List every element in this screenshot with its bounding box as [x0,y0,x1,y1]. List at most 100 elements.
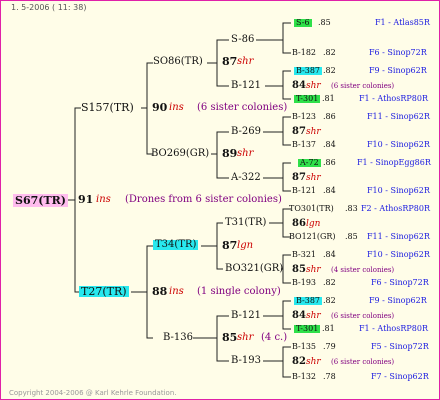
gen5-id-6[interactable]: B-137 [292,141,316,149]
gen5-id-3[interactable]: B-387 [294,67,322,75]
pedigree-panel: 1. 5-2006 ( 11: 38) S67(TR) 91 ins (Dron… [0,0,440,400]
gen1-queen-1[interactable]: S157(TR) [81,102,134,113]
gen5-src-13: F9 - Sinop62R [369,296,427,305]
gen5-src-12: F6 - Sinop72R [371,278,429,287]
gen5-src-8: F10 - Sinop62R [367,186,430,195]
gen2b-symbol: ins [169,286,184,297]
gen3-3-symbol: lgn [237,240,254,251]
gen4-5-number: 86 [292,218,306,229]
gen4-queen-3[interactable]: B-269 [231,127,261,137]
gen4-7-note: (6 sister colonies) [331,312,395,320]
gen5-val-10: .85 [345,232,358,241]
gen3-queen-1[interactable]: SO86(TR) [153,57,203,67]
gen2a-note: (6 sister colonies) [197,102,288,113]
gen4-1-note: (6 sister colonies) [331,82,395,90]
gen4-3-symbol: shr [306,127,321,137]
gen4-8-symbol: shr [306,357,321,367]
gen4-1-symbol: shr [306,81,321,91]
gen2b-note: (1 single colony) [197,286,281,297]
gen5-src-7: F1 - SinopEgg86R [357,158,431,167]
gen5-src-5: F11 - Sinop62R [367,112,430,121]
gen5-id-16[interactable]: B-132 [292,373,316,381]
gen5-src-15: F5 - Sinop72R [371,342,429,351]
gen3-queen-3[interactable]: T34(TR) [153,240,199,250]
gen5-val-1: .85 [318,18,331,27]
gen5-src-1: F1 - Atlas85R [375,18,430,27]
gen5-id-9[interactable]: TO301(TR) [289,205,334,213]
gen5-val-16: .78 [323,372,336,381]
gen5-id-2[interactable]: B-182 [292,49,316,57]
root-queen-number: 91 [78,193,94,206]
gen5-src-2: F6 - Sinop72R [369,48,427,57]
gen4-queen-7[interactable]: B-121 [231,311,261,321]
gen3-4-number: 85 [222,331,238,344]
gen5-val-6: .84 [323,140,336,149]
gen5-id-4[interactable]: T-301 [294,95,321,103]
root-queen-id[interactable]: S67(TR) [13,194,68,207]
gen5-id-15[interactable]: B-135 [292,343,316,351]
gen5-id-1[interactable]: S-6 [294,19,312,27]
gen5-src-16: F7 - Sinop62R [371,372,429,381]
gen5-id-13[interactable]: B-387 [294,297,322,305]
gen5-val-7: .86 [323,158,336,167]
gen3-4-symbol: shr [237,332,254,343]
gen3-4-note: (4 c.) [261,332,288,343]
gen5-val-4: .81 [322,94,335,103]
gen4-queen-2[interactable]: B-121 [231,81,261,91]
footer-copyright: Copyright 2004-2006 @ Karl Kehrle Founda… [9,389,177,397]
gen5-src-4: F1 - AthosRP80R [359,94,428,103]
gen5-src-11: F10 - Sinop62R [367,250,430,259]
gen1-queen-2[interactable]: T27(TR) [79,286,129,297]
gen5-id-11[interactable]: B-321 [292,251,316,259]
gen5-val-2: .82 [323,48,336,57]
gen5-src-9: F2 - AthosRP80R [361,204,430,213]
gen4-6-symbol: shr [306,265,321,275]
root-drone-note: (Drones from 6 sister colonies) [125,194,282,205]
gen5-id-10[interactable]: BO121(GR) [289,233,336,241]
gen5-id-5[interactable]: B-123 [292,113,316,121]
gen4-queen-6[interactable]: BO321(GR) [225,264,283,274]
gen5-val-9: .83 [345,204,358,213]
gen2a-symbol: ins [169,102,184,113]
gen5-id-12[interactable]: B-193 [292,279,316,287]
gen5-val-8: .84 [323,186,336,195]
gen5-val-5: .86 [323,112,336,121]
gen4-queen-1[interactable]: S-86 [231,35,254,45]
gen3-queen-2[interactable]: BO269(GR) [151,149,209,159]
gen3-2-number: 89 [222,147,238,160]
gen3-2-symbol: shr [237,148,254,159]
gen4-6-number: 85 [292,264,306,275]
gen4-8-number: 82 [292,356,306,367]
gen5-id-14[interactable]: T-301 [294,325,321,333]
gen4-7-number: 84 [292,310,306,321]
gen4-4-number: 87 [292,172,306,183]
gen4-8-note: (6 sister colonies) [331,358,395,366]
gen5-val-13: .82 [323,296,336,305]
gen3-3-number: 87 [222,239,238,252]
gen4-queen-8[interactable]: B-193 [231,356,261,366]
gen3-queen-4[interactable]: B-136 [163,333,193,343]
gen5-src-6: F10 - Sinop62R [367,140,430,149]
gen4-3-number: 87 [292,126,306,137]
gen5-id-8[interactable]: B-121 [292,187,316,195]
gen2a-number: 90 [152,101,168,114]
gen5-val-3: .82 [323,66,336,75]
gen3-1-number: 87 [222,55,238,68]
gen5-val-11: .84 [323,250,336,259]
gen5-val-14: .81 [322,324,335,333]
gen4-4-symbol: shr [306,173,321,183]
gen5-src-14: F1 - AthosRP80R [359,324,428,333]
gen4-5-symbol: lgn [306,219,321,229]
gen4-6-note: (4 sister colonies) [331,266,395,274]
gen5-id-7[interactable]: A-72 [298,159,321,167]
gen5-val-15: .79 [323,342,336,351]
gen4-7-symbol: shr [306,311,321,321]
gen4-1-number: 84 [292,80,306,91]
gen5-val-12: .82 [323,278,336,287]
root-queen-symbol: ins [96,194,111,205]
gen5-src-10: F11 - Sinop62R [367,232,430,241]
gen3-1-symbol: shr [237,56,254,67]
gen4-queen-4[interactable]: A-322 [231,173,261,183]
gen2b-number: 88 [152,285,168,298]
gen4-queen-5[interactable]: T31(TR) [225,218,266,228]
